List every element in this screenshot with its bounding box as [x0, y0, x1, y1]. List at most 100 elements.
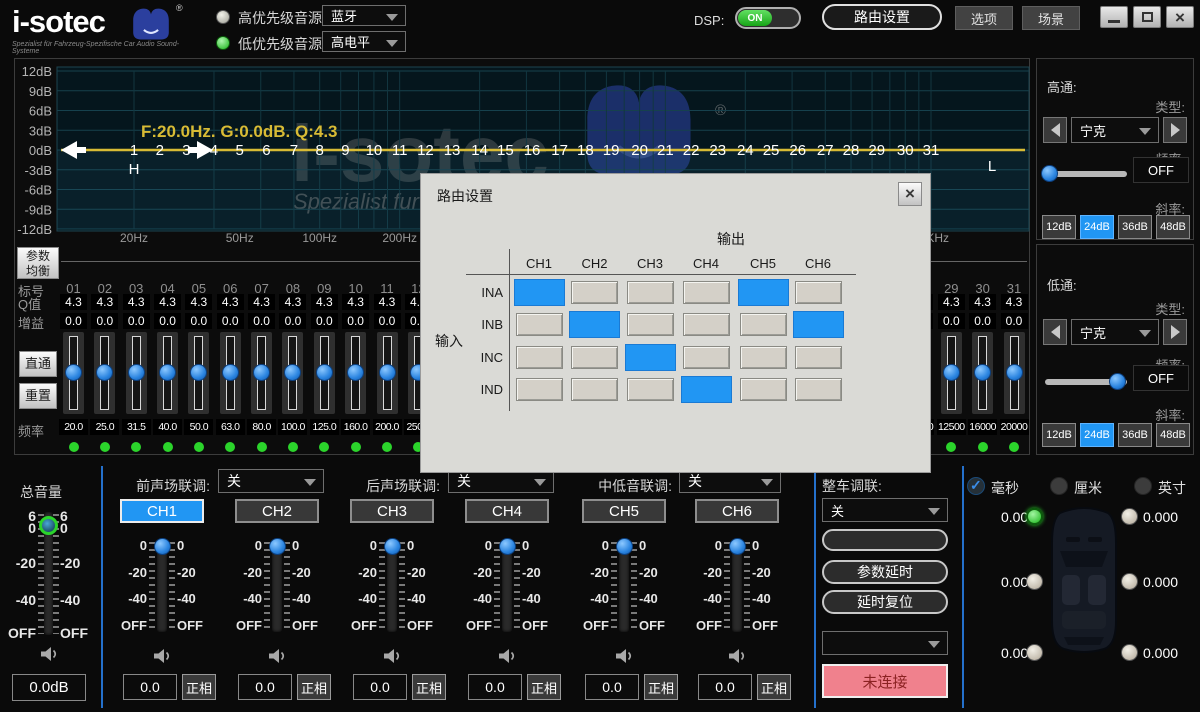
lowpass-freq-slider-knob[interactable] [1109, 373, 1126, 390]
band-gain-value[interactable]: 0.0 [60, 313, 87, 329]
delay-value[interactable]: 0.000 [1143, 574, 1195, 590]
band-freq-value[interactable]: 100.0 [278, 419, 307, 435]
channel-slider-knob[interactable] [384, 538, 401, 555]
band-gain-value[interactable]: 0.0 [969, 313, 996, 329]
eq-band-handle[interactable]: 13 [444, 142, 461, 159]
channel-delay-value[interactable]: 0.0 [353, 674, 407, 700]
band-slider-knob[interactable] [943, 364, 960, 381]
eq-band-handle[interactable]: 14 [471, 142, 488, 159]
highpass-slope-12dB[interactable]: 12dB [1042, 215, 1076, 239]
speaker-icon[interactable] [614, 648, 634, 664]
band-q-value[interactable]: 4.3 [248, 294, 275, 310]
band-freq-value[interactable]: 63.0 [216, 419, 245, 435]
band-gain-value[interactable]: 0.0 [91, 313, 118, 329]
band-gain-value[interactable]: 0.0 [311, 313, 338, 329]
matrix-cell-IND-CH6[interactable] [795, 378, 842, 401]
eq-band-handle[interactable]: 30 [897, 142, 914, 159]
band-gain-value[interactable]: 0.0 [248, 313, 275, 329]
band-q-value[interactable]: 4.3 [969, 294, 996, 310]
delay-value[interactable]: 0.000 [1143, 509, 1195, 525]
high-priority-radio[interactable] [216, 10, 230, 24]
bypass-button[interactable]: 直通 [19, 351, 57, 377]
matrix-cell-INB-CH5[interactable] [740, 313, 787, 336]
eq-band-handle[interactable]: 31 [923, 142, 940, 159]
band-slider-knob[interactable] [316, 364, 333, 381]
channel-phase-button[interactable]: 正相 [412, 674, 446, 700]
band-q-value[interactable]: 4.3 [279, 294, 306, 310]
band-slider-knob[interactable] [379, 364, 396, 381]
channel-slider-knob[interactable] [269, 538, 286, 555]
matrix-cell-INC-CH4[interactable] [683, 346, 730, 369]
channel-delay-value[interactable]: 0.0 [238, 674, 292, 700]
matrix-cell-IND-CH2[interactable] [571, 378, 618, 401]
eq-band-handle[interactable]: 21 [657, 142, 674, 159]
minimize-button[interactable] [1100, 6, 1128, 28]
matrix-cell-INB-CH2[interactable] [569, 311, 620, 338]
arrow-left-button[interactable] [1043, 117, 1067, 143]
vehicle-blank-button[interactable] [822, 529, 948, 551]
highpass-slope-48dB[interactable]: 48dB [1156, 215, 1190, 239]
band-freq-value[interactable]: 160.0 [341, 419, 370, 435]
eq-band-handle[interactable]: 23 [709, 142, 726, 159]
band-slider-knob[interactable] [65, 364, 82, 381]
band-slider-knob[interactable] [128, 364, 145, 381]
eq-band-handle[interactable]: 8 [316, 142, 324, 159]
band-freq-value[interactable]: 50.0 [184, 419, 213, 435]
channel-button-CH4[interactable]: CH4 [465, 499, 549, 523]
matrix-cell-INA-CH5[interactable] [738, 279, 789, 306]
band-gain-value[interactable]: 0.0 [123, 313, 150, 329]
delay-reset-button[interactable]: 延时复位 [822, 590, 948, 614]
arrow-right-button[interactable] [1163, 319, 1187, 345]
band-q-value[interactable]: 4.3 [938, 294, 965, 310]
matrix-cell-INB-CH3[interactable] [627, 313, 674, 336]
low-priority-dropdown[interactable]: 高电平 [322, 31, 406, 52]
eq-band-handle[interactable]: 20 [631, 142, 648, 159]
band-slider-knob[interactable] [159, 364, 176, 381]
speaker-icon[interactable] [382, 648, 402, 664]
matrix-cell-IND-CH3[interactable] [627, 378, 674, 401]
arrow-left-button[interactable] [1043, 319, 1067, 345]
close-button[interactable]: × [1166, 6, 1194, 28]
channel-button-CH2[interactable]: CH2 [235, 499, 319, 523]
channel-phase-button[interactable]: 正相 [527, 674, 561, 700]
channel-delay-value[interactable]: 0.0 [585, 674, 639, 700]
speaker-icon[interactable] [39, 646, 59, 662]
band-gain-value[interactable]: 0.0 [279, 313, 306, 329]
band-slider-knob[interactable] [222, 364, 239, 381]
channel-slider-knob[interactable] [499, 538, 516, 555]
band-q-value[interactable]: 4.3 [374, 294, 401, 310]
channel-delay-value[interactable]: 0.0 [468, 674, 522, 700]
band-freq-value[interactable]: 200.0 [373, 419, 402, 435]
param-eq-button[interactable]: 参数 均衡 [17, 247, 59, 279]
arrow-right-button[interactable] [1163, 117, 1187, 143]
band-freq-value[interactable]: 16000 [968, 419, 997, 435]
eq-band-handle[interactable]: 12 [417, 142, 434, 159]
eq-band-handle[interactable]: 25 [763, 142, 780, 159]
dsp-toggle[interactable]: ON [735, 7, 801, 29]
channel-phase-button[interactable]: 正相 [297, 674, 331, 700]
band-freq-value[interactable]: 125.0 [310, 419, 339, 435]
eq-band-handle[interactable]: 19 [603, 142, 620, 159]
routing-settings-button[interactable]: 路由设置 [822, 4, 942, 30]
link-group-dropdown[interactable]: 关 [218, 469, 324, 493]
band-gain-value[interactable]: 0.0 [342, 313, 369, 329]
param-delay-button[interactable]: 参数延时 [822, 560, 948, 584]
channel-slider-knob[interactable] [616, 538, 633, 555]
channel-slider-knob[interactable] [154, 538, 171, 555]
band-q-value[interactable]: 4.3 [185, 294, 212, 310]
master-slider-knob[interactable] [39, 516, 58, 535]
highpass-slope-24dB[interactable]: 24dB [1080, 215, 1114, 239]
highpass-slope-36dB[interactable]: 36dB [1118, 215, 1152, 239]
band-freq-value[interactable]: 31.5 [122, 419, 151, 435]
eq-band-handle[interactable]: 28 [843, 142, 860, 159]
channel-delay-value[interactable]: 0.0 [123, 674, 177, 700]
eq-band-handle[interactable]: 7 [290, 142, 298, 159]
lowpass-slope-48dB[interactable]: 48dB [1156, 423, 1190, 447]
eq-band-handle[interactable]: 5 [236, 142, 244, 159]
channel-button-CH6[interactable]: CH6 [695, 499, 779, 523]
eq-band-handle[interactable]: 1 [130, 142, 138, 159]
lowpass-slope-24dB[interactable]: 24dB [1080, 423, 1114, 447]
band-gain-value[interactable]: 0.0 [154, 313, 181, 329]
channel-button-CH1[interactable]: CH1 [120, 499, 204, 523]
speaker-icon[interactable] [152, 648, 172, 664]
